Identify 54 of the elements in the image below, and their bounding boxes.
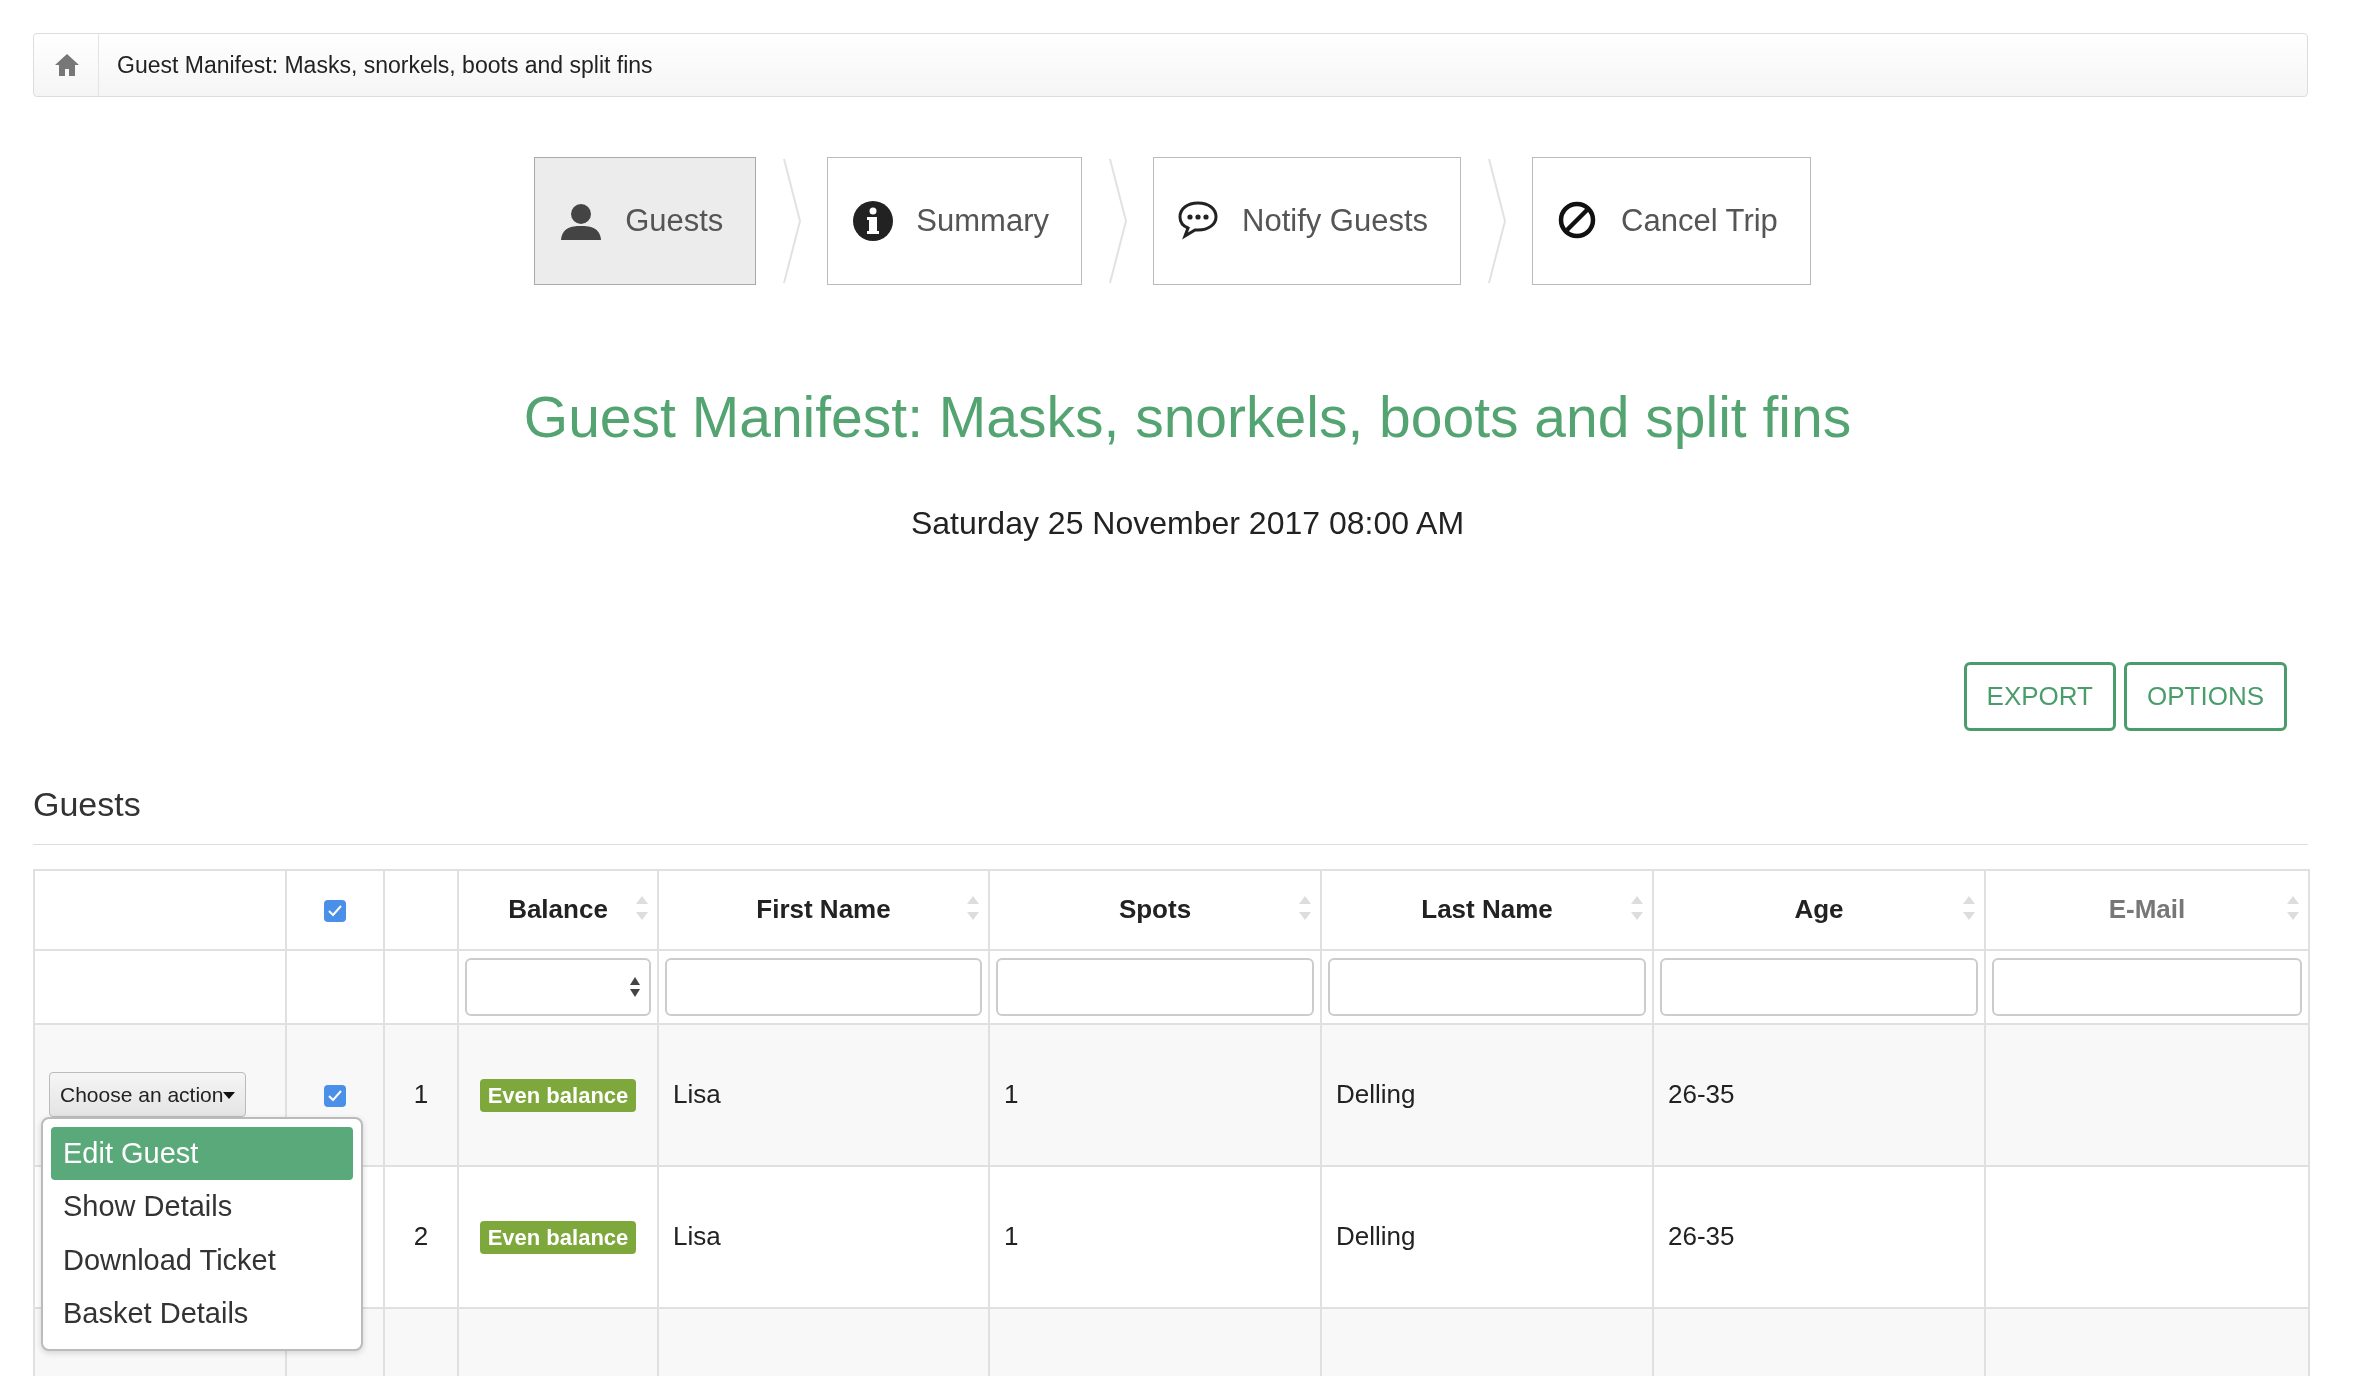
caret-icon [223,1092,236,1101]
action-dropdown[interactable]: Choose an action [49,1071,247,1118]
section-heading: Guests [33,778,2308,845]
chevron-divider-icon [1486,157,1507,285]
column-header[interactable]: Balance [508,894,608,925]
table-cell: 26-35 [1668,1079,1735,1110]
breadcrumb-current: Guest Manifest: Masks, snorkels, boots and split fins [116,50,653,80]
sort-icon[interactable] [2286,894,2300,921]
filter-field[interactable] [665,957,982,1016]
menu-item[interactable]: Download Ticket [51,1233,353,1288]
filter-field[interactable] [996,957,1314,1016]
check-icon [327,904,343,919]
step-tab[interactable]: Guests [534,157,757,285]
filter-field[interactable] [1660,957,1978,1016]
chevron-divider-icon [1107,157,1128,285]
home-icon[interactable] [54,53,80,77]
column-header[interactable]: Age [1794,894,1844,925]
table-cell: Lisa [673,1221,721,1252]
sort-icon[interactable] [966,894,980,921]
table-cell: 26-35 [1668,1221,1735,1252]
row-number: 2 [413,1221,429,1252]
menu-item[interactable]: Show Details [51,1180,353,1234]
checkbox[interactable] [324,1085,346,1108]
column-header[interactable]: Spots [1118,894,1192,925]
filter-select[interactable] [465,957,651,1016]
trip-date: Saturday 25 November 2017 08:00 AM [909,503,1466,543]
table-cell: Delling [1336,1079,1416,1110]
filter-field[interactable] [1992,957,2302,1016]
row-number: 1 [413,1079,429,1110]
step-tab[interactable]: Summary [827,157,1082,285]
column-header[interactable]: Last Name [1421,894,1553,925]
menu-item[interactable]: Basket Details [51,1287,353,1341]
filter-field[interactable] [1328,957,1646,1016]
info-icon [852,200,895,242]
sort-icon[interactable] [1630,894,1644,921]
balance-tag: Even balance [479,1221,637,1255]
sort-icon[interactable] [1962,894,1976,921]
sort-icon[interactable] [1298,894,1312,921]
page-title: Guest Manifest: Masks, snorkels, boots and split fins [522,384,1853,451]
table-cell: 1 [1004,1221,1019,1252]
step-tab[interactable]: Notify Guests [1153,157,1462,285]
balance-tag: Even balance [479,1079,637,1113]
table-cell: Lisa [673,1079,721,1110]
table-cell: 1 [1004,1079,1019,1110]
chevron-divider-icon [781,157,802,285]
column-header[interactable]: E-Mail [2108,894,2186,925]
check-icon [327,1089,343,1104]
step-tab[interactable]: Cancel Trip [1532,157,1811,285]
sort-icon[interactable] [635,894,649,921]
column-header[interactable]: First Name [756,894,891,925]
speech-bubble-icon [1178,200,1220,242]
checkbox[interactable] [324,900,346,923]
table-cell: Delling [1336,1221,1416,1252]
select-arrows-icon [629,975,641,998]
